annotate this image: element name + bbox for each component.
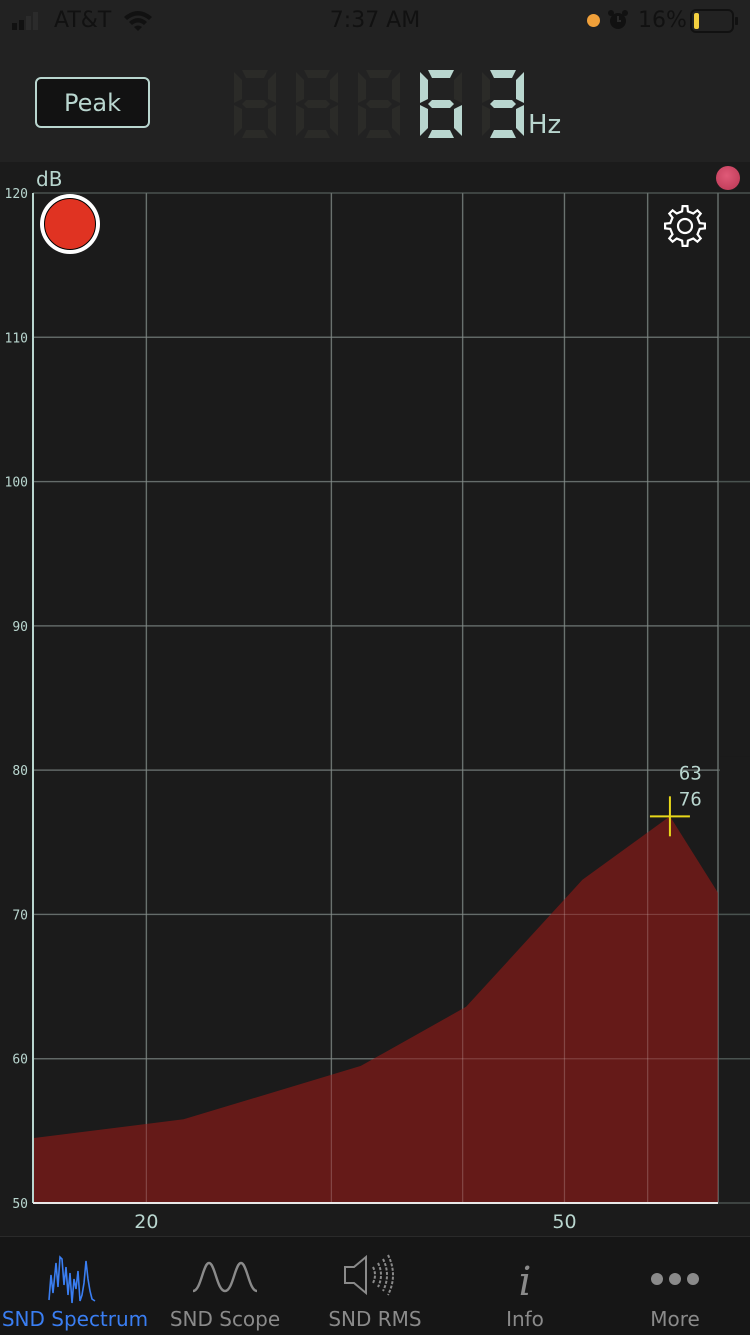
- lcd-segment-lit: [428, 70, 454, 78]
- tab-info[interactable]: i Info: [450, 1237, 600, 1335]
- lcd-segment-unlit: [358, 72, 366, 103]
- tab-label: More: [650, 1307, 700, 1331]
- y-tick-label: 60: [12, 1053, 28, 1068]
- y-tick-label: 70: [12, 908, 28, 923]
- spectrum-icon: [48, 1255, 96, 1304]
- lcd-segment-unlit: [234, 72, 242, 103]
- tab-more[interactable]: More: [600, 1237, 750, 1335]
- svg-text:i: i: [519, 1259, 532, 1305]
- lcd-segment-unlit: [454, 72, 462, 103]
- tab-label: SND RMS: [328, 1307, 422, 1331]
- tab-snd-rms[interactable]: SND RMS: [300, 1237, 450, 1335]
- status-bar: AT&T 7:37 AM 16%: [0, 0, 750, 42]
- lcd-segment-lit: [516, 72, 524, 103]
- x-tick-label: 20: [134, 1211, 158, 1233]
- lcd-segment-lit: [428, 130, 454, 138]
- frequency-lcd-display: [234, 70, 524, 138]
- y-tick-label: 50: [12, 1197, 28, 1212]
- more-icon: [651, 1273, 699, 1285]
- tab-snd-spectrum[interactable]: SND Spectrum: [0, 1237, 150, 1335]
- lcd-segment-lit: [516, 105, 524, 136]
- tab-snd-scope[interactable]: SND Scope: [150, 1237, 300, 1335]
- y-tick-label: 90: [12, 620, 28, 635]
- info-icon: i: [519, 1259, 532, 1305]
- lcd-segment-unlit: [366, 70, 392, 78]
- y-tick-label: 120: [5, 187, 28, 202]
- battery-icon: [690, 9, 738, 33]
- peak-db-label: 76: [679, 788, 702, 810]
- lcd-segment-unlit: [330, 72, 338, 103]
- peak-frequency-label: 63: [679, 762, 702, 784]
- y-tick-label: 100: [5, 476, 28, 491]
- lcd-segment-lit: [420, 72, 428, 103]
- peak-mode-button[interactable]: Peak: [35, 77, 150, 128]
- tab-label: Info: [506, 1307, 544, 1331]
- lcd-segment-unlit: [358, 105, 366, 136]
- lcd-segment-lit: [454, 105, 462, 136]
- tab-label: SND Spectrum: [1, 1307, 149, 1331]
- lcd-segment-unlit: [392, 72, 400, 103]
- y-axis-title: dB: [36, 167, 62, 191]
- lcd-segment-unlit: [268, 72, 276, 103]
- sine-wave-icon: [192, 1261, 258, 1293]
- lcd-segment-unlit: [304, 100, 330, 108]
- battery-percent: 16%: [638, 8, 687, 33]
- x-tick-label: 50: [552, 1211, 576, 1233]
- gear-icon[interactable]: [661, 202, 709, 250]
- lcd-segment-lit: [490, 100, 516, 108]
- record-button[interactable]: [40, 194, 100, 254]
- lcd-segment-lit: [490, 130, 516, 138]
- lcd-segment-unlit: [330, 105, 338, 136]
- lcd-segment-unlit: [242, 130, 268, 138]
- lcd-segment-unlit: [242, 100, 268, 108]
- lcd-segment-unlit: [242, 70, 268, 78]
- label-clip-mask: [720, 756, 750, 817]
- lcd-segment-unlit: [296, 72, 304, 103]
- y-tick-label: 110: [5, 331, 28, 346]
- lcd-segment-unlit: [234, 105, 242, 136]
- lcd-segment-unlit: [392, 105, 400, 136]
- frequency-unit: Hz: [528, 110, 562, 140]
- y-tick-label: 80: [12, 764, 28, 779]
- lcd-segment-unlit: [268, 105, 276, 136]
- peak-mode-label: Peak: [64, 88, 121, 117]
- lcd-segment-unlit: [304, 70, 330, 78]
- lcd-segment-lit: [490, 70, 516, 78]
- tab-bar: SND Spectrum SND Scope SND RMS i Info Mo…: [0, 1236, 750, 1335]
- tab-label: SND Scope: [169, 1307, 281, 1331]
- lcd-segment-unlit: [482, 72, 490, 103]
- orange-dot-icon: [587, 14, 600, 27]
- spectrum-chart[interactable]: 50 60 70 80 90 100 110 120 dB 20 50 63 76: [0, 162, 750, 1236]
- lcd-segment-lit: [420, 105, 428, 136]
- lcd-segment-unlit: [366, 100, 392, 108]
- lcd-segment-lit: [428, 100, 454, 108]
- lcd-segment-unlit: [366, 130, 392, 138]
- status-indicator-icon: [716, 166, 740, 190]
- lcd-segment-unlit: [296, 105, 304, 136]
- spectrum-chart-area[interactable]: 50 60 70 80 90 100 110 120 dB 20 50 63 76: [0, 162, 750, 1236]
- spectrum-area: [33, 816, 718, 1203]
- lcd-segment-unlit: [304, 130, 330, 138]
- lcd-segment-unlit: [482, 105, 490, 136]
- alarm-icon: [608, 10, 628, 29]
- speaker-icon: [344, 1254, 394, 1296]
